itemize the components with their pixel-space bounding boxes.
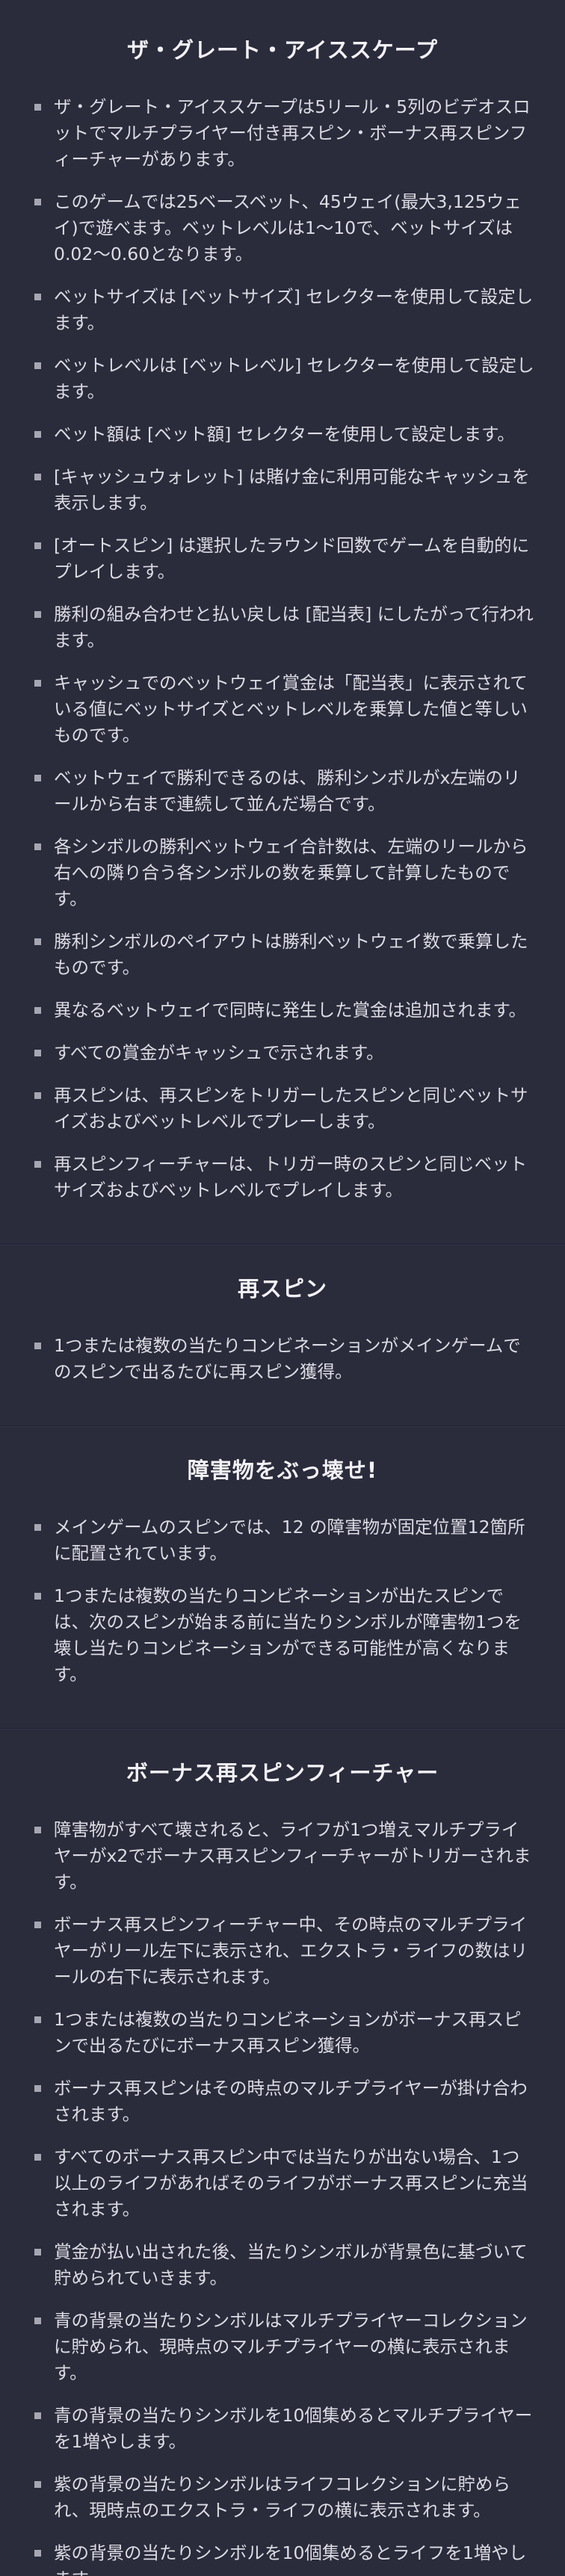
rules-page[interactable]: ザ・グレート・アイススケープ ザ・グレート・アイススケープは5リール・5列のビデ… (0, 0, 565, 2576)
section-title: 障害物をぶっ壊せ! (187, 1458, 378, 1483)
list-item: 紫の背景の当たりシンボルを10個集めるとライフを1増やします。 (30, 2540, 535, 2576)
list-item: メインゲームのスピンでは、12 の障害物が固定位置12箇所に配置されています。 (30, 1514, 535, 1567)
list-item: すべての賞金がキャッシュで示されます。 (30, 1040, 535, 1066)
list-item: ベット額は [ベット額] セレクターを使用して設定します。 (30, 421, 535, 448)
list-item: 異なるベットウェイで同時に発生した賞金は追加されます。 (30, 997, 535, 1024)
section-game-overview: ザ・グレート・アイススケープ ザ・グレート・アイススケープは5リール・5列のビデ… (0, 0, 565, 1244)
list-item: 再スピンフィーチャーは、トリガー時のスピンと同じベットサイズおよびベットレベルで… (30, 1151, 535, 1204)
list-item: ボーナス再スピンはその時点のマルチプライヤーが掛け合わされます。 (30, 2075, 535, 2128)
section-title: ザ・グレート・アイススケープ (127, 37, 438, 63)
rules-list: 1つまたは複数の当たりコンビネーションがメインゲームでのスピンで出るたびに再スピ… (30, 1333, 535, 1385)
list-item: キャッシュでのベットウェイ賞金は「配当表」に表示されている値にベットサイズとベッ… (30, 670, 535, 749)
rules-list: メインゲームのスピンでは、12 の障害物が固定位置12箇所に配置されています。 … (30, 1514, 535, 1688)
list-item: 紫の背景の当たりシンボルはライフコレクションに貯められ、現時点のエクストラ・ライ… (30, 2471, 535, 2524)
section-break-obstacles: 障害物をぶっ壊せ! メインゲームのスピンでは、12 の障害物が固定位置12箇所に… (0, 1425, 565, 1728)
list-item: 再スピンは、再スピンをトリガーしたスピンと同じベットサイズおよびベットレベルでプ… (30, 1083, 535, 1135)
list-item: 賞金が払い出された後、当たりシンボルが背景色に基づいて貯められていきます。 (30, 2239, 535, 2291)
rules-list: 障害物がすべて壊されると、ライフが1つ増えマルチプライヤーがx2でボーナス再スピ… (30, 1817, 535, 2576)
list-item: 1つまたは複数の当たりコンビネーションがボーナス再スピンで出るたびにボーナス再ス… (30, 2007, 535, 2059)
list-item: 1つまたは複数の当たりコンビネーションがメインゲームでのスピンで出るたびに再スピ… (30, 1333, 535, 1385)
list-item: [キャッシュウォレット] は賭け金に利用可能なキャッシュを表示します。 (30, 464, 535, 516)
section-respin: 再スピン 1つまたは複数の当たりコンビネーションがメインゲームでのスピンで出るた… (0, 1244, 565, 1425)
list-item: ベットウェイで勝利できるのは、勝利シンボルがx左端のリールから右まで連続して並ん… (30, 765, 535, 817)
list-item: 障害物がすべて壊されると、ライフが1つ増えマルチプライヤーがx2でボーナス再スピ… (30, 1817, 535, 1895)
list-item: 青の背景の当たりシンボルはマルチプライヤーコレクションに貯められ、現時点のマルチ… (30, 2308, 535, 2386)
list-item: 各シンボルの勝利ベットウェイ合計数は、左端のリールから右への隣り合う各シンボルの… (30, 834, 535, 912)
section-bonus-respin-feature: ボーナス再スピンフィーチャー 障害物がすべて壊されると、ライフが1つ増えマルチプ… (0, 1728, 565, 2576)
list-item: [オートスピン] は選択したラウンド回数でゲームを自動的にプレイします。 (30, 533, 535, 585)
section-title: 再スピン (237, 1276, 327, 1301)
rules-list: ザ・グレート・アイススケープは5リール・5列のビデオスロットでマルチプライヤー付… (30, 94, 535, 1204)
list-item: ザ・グレート・アイススケープは5リール・5列のビデオスロットでマルチプライヤー付… (30, 94, 535, 173)
section-title: ボーナス再スピンフィーチャー (126, 1760, 439, 1786)
list-item: ベットサイズは [ベットサイズ] セレクターを使用して設定します。 (30, 284, 535, 336)
list-item: このゲームでは25ベースベット、45ウェイ(最大3,125ウェイ)で遊べます。ベ… (30, 189, 535, 267)
list-item: ボーナス再スピンフィーチャー中、その時点のマルチプライヤーがリール左下に表示され… (30, 1912, 535, 1990)
list-item: ベットレベルは [ベットレベル] セレクターを使用して設定します。 (30, 353, 535, 405)
list-item: 1つまたは複数の当たりコンビネーションが出たスピンでは、次のスピンが始まる前に当… (30, 1583, 535, 1688)
list-item: 勝利の組み合わせと払い戻しは [配当表] にしたがって行われます。 (30, 601, 535, 654)
list-item: すべてのボーナス再スピン中では当たりが出ない場合、1つ以上のライフがあればそのラ… (30, 2144, 535, 2223)
list-item: 青の背景の当たりシンボルを10個集めるとマルチプライヤーを1増やします。 (30, 2403, 535, 2455)
list-item: 勝利シンボルのペイアウトは勝利ベットウェイ数で乗算したものです。 (30, 929, 535, 981)
